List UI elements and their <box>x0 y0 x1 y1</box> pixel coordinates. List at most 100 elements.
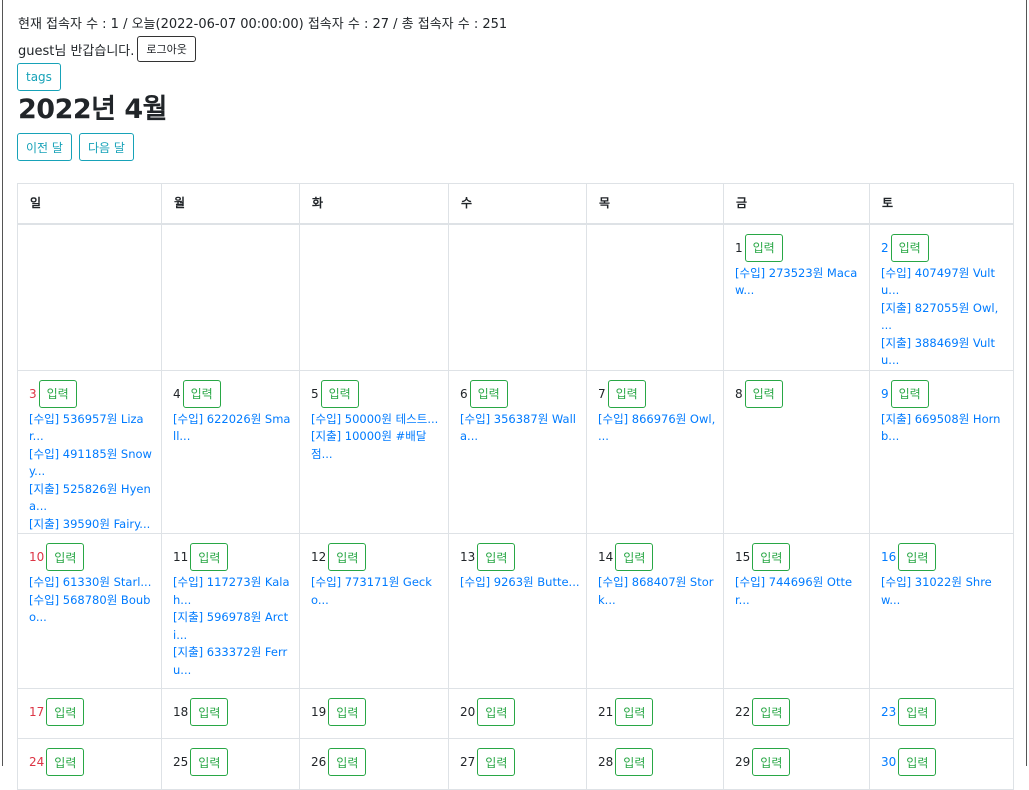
calendar-day-cell: 18 입력 <box>161 688 300 739</box>
add-entry-button[interactable]: 입력 <box>752 543 791 571</box>
day-header: 16 입력 <box>881 543 1013 571</box>
entry-list: [수입] 407497원 Vultu... [지출] 827055원 Owl, .… <box>881 265 1013 370</box>
day-number: 16 <box>881 550 897 564</box>
day-number: 7 <box>598 386 606 401</box>
add-entry-button[interactable]: 입력 <box>890 233 929 262</box>
add-entry-button[interactable]: 입력 <box>190 748 229 776</box>
add-entry-button[interactable]: 입력 <box>477 698 516 726</box>
calendar-day-cell: 23 입력 <box>869 688 1014 739</box>
add-entry-button[interactable]: 입력 <box>898 543 937 571</box>
day-header: 28 입력 <box>598 748 723 776</box>
add-entry-button[interactable]: 입력 <box>615 698 654 726</box>
calendar-title: 2022년 4월 <box>18 94 168 125</box>
calendar-empty-cell <box>299 223 449 371</box>
day-header: 6 입력 <box>460 379 586 408</box>
add-entry-button[interactable]: 입력 <box>752 748 791 776</box>
entry-link[interactable]: [지출] 596978원 Arcti... <box>173 609 299 644</box>
day-number: 5 <box>311 386 319 401</box>
entry-list: [수입] 744696원 Otter... <box>735 574 869 609</box>
entry-link[interactable]: [수입] 868407원 Stork... <box>598 574 723 609</box>
add-entry-button[interactable]: 입력 <box>744 379 783 408</box>
day-number: 19 <box>311 705 327 719</box>
add-entry-button[interactable]: 입력 <box>469 379 508 408</box>
calendar-week-row: 3 입력 [수입] 536957원 Lizar... [수입] 491185원 Sno… <box>17 369 1014 534</box>
tags-button[interactable]: tags <box>17 63 61 91</box>
add-entry-button[interactable]: 입력 <box>744 233 783 262</box>
day-number: 10 <box>29 550 45 564</box>
add-entry-button[interactable]: 입력 <box>38 379 77 408</box>
add-entry-button[interactable]: 입력 <box>607 379 646 408</box>
add-entry-button[interactable]: 입력 <box>890 379 929 408</box>
day-number: 13 <box>460 550 476 564</box>
entry-link[interactable]: [수입] 50000원 테스트... <box>311 411 448 429</box>
day-header: 4 입력 <box>173 379 299 408</box>
add-entry-button[interactable]: 입력 <box>182 379 221 408</box>
entry-link[interactable]: [수입] 356387원 Walla... <box>460 411 586 446</box>
entry-link[interactable]: [수입] 568780원 Boubo... <box>29 592 161 627</box>
weekday-wed: 수 <box>448 183 587 225</box>
calendar-day-cell: 13 입력 [수입] 9263원 Butte... <box>448 533 587 689</box>
entry-link[interactable]: [지출] 525826원 Hyena... <box>29 481 161 516</box>
calendar-day-cell: 1 입력 [수입] 273523원 Macaw... <box>723 223 870 371</box>
calendar-day-cell: 11 입력 [수입] 117273원 Kalah... [지출] 596978원 Ar… <box>161 533 300 689</box>
next-month-button[interactable]: 다음 달 <box>79 133 134 161</box>
weekday-sun: 일 <box>17 183 162 225</box>
entry-link[interactable]: [수입] 866976원 Owl, ... <box>598 411 723 446</box>
add-entry-button[interactable]: 입력 <box>328 543 367 571</box>
entry-link[interactable]: [수입] 31022원 Shrew... <box>881 574 1013 609</box>
add-entry-button[interactable]: 입력 <box>615 543 654 571</box>
calendar-day-cell: 24 입력 <box>17 738 162 790</box>
prev-month-button[interactable]: 이전 달 <box>17 133 72 161</box>
entry-list: [수입] 773171원 Gecko... <box>311 574 448 609</box>
add-entry-button[interactable]: 입력 <box>477 543 516 571</box>
add-entry-button[interactable]: 입력 <box>898 748 937 776</box>
add-entry-button[interactable]: 입력 <box>328 748 367 776</box>
calendar-day-cell: 15 입력 [수입] 744696원 Otter... <box>723 533 870 689</box>
day-header: 26 입력 <box>311 748 448 776</box>
calendar-table: 일 월 화 수 목 금 토 1 입력 [수입] 273523원 Macaw... 2 입… <box>17 183 1014 790</box>
day-number: 11 <box>173 550 189 564</box>
entry-link[interactable]: [수입] 273523원 Macaw... <box>735 265 869 300</box>
entry-link[interactable]: [수입] 9263원 Butte... <box>460 574 586 592</box>
logout-button[interactable]: 로그아웃 <box>137 36 196 62</box>
day-header: 7 입력 <box>598 379 723 408</box>
add-entry-button[interactable]: 입력 <box>46 543 85 571</box>
calendar-day-cell: 16 입력 [수입] 31022원 Shrew... <box>869 533 1014 689</box>
add-entry-button[interactable]: 입력 <box>46 748 85 776</box>
entry-link[interactable]: [수입] 61330원 Starl... <box>29 574 161 592</box>
entry-link[interactable]: [지출] 669508원 Hornb... <box>881 411 1013 446</box>
add-entry-button[interactable]: 입력 <box>752 698 791 726</box>
calendar-day-cell: 9 입력 [지출] 669508원 Hornb... <box>869 369 1014 534</box>
day-header: 27 입력 <box>460 748 586 776</box>
entry-link[interactable]: [수입] 536957원 Lizar... <box>29 411 161 446</box>
day-header: 12 입력 <box>311 543 448 571</box>
add-entry-button[interactable]: 입력 <box>898 698 937 726</box>
add-entry-button[interactable]: 입력 <box>615 748 654 776</box>
day-header: 13 입력 <box>460 543 586 571</box>
entry-link[interactable]: [지출] 10000원 #배달 점... <box>311 428 448 463</box>
add-entry-button[interactable]: 입력 <box>477 748 516 776</box>
entry-link[interactable]: [지출] 388469원 Vultu... <box>881 335 1013 370</box>
day-header: 22 입력 <box>735 698 869 726</box>
entry-link[interactable]: [지출] 633372원 Ferru... <box>173 644 299 679</box>
calendar-empty-cell <box>17 223 162 371</box>
entry-link[interactable]: [수입] 744696원 Otter... <box>735 574 869 609</box>
entry-link[interactable]: [수입] 773171원 Gecko... <box>311 574 448 609</box>
entry-link[interactable]: [수입] 117273원 Kalah... <box>173 574 299 609</box>
entry-list: [수입] 50000원 테스트... [지출] 10000원 #배달 점... <box>311 411 448 464</box>
entry-link[interactable]: [수입] 622026원 Small... <box>173 411 299 446</box>
entry-link[interactable]: [지출] 39590원 Fairy... <box>29 516 161 534</box>
add-entry-button[interactable]: 입력 <box>190 698 229 726</box>
day-header: 9 입력 <box>881 379 1013 408</box>
calendar-week-row: 10 입력 [수입] 61330원 Starl... [수입] 568780원 Bou… <box>17 533 1014 689</box>
calendar-day-cell: 10 입력 [수입] 61330원 Starl... [수입] 568780원 Bou… <box>17 533 162 689</box>
entry-link[interactable]: [수입] 491185원 Snowy... <box>29 446 161 481</box>
calendar-day-cell: 12 입력 [수입] 773171원 Gecko... <box>299 533 449 689</box>
add-entry-button[interactable]: 입력 <box>190 543 229 571</box>
day-number: 15 <box>735 550 751 564</box>
add-entry-button[interactable]: 입력 <box>328 698 367 726</box>
add-entry-button[interactable]: 입력 <box>320 379 359 408</box>
entry-link[interactable]: [수입] 407497원 Vultu... <box>881 265 1013 300</box>
entry-link[interactable]: [지출] 827055원 Owl, ... <box>881 300 1013 335</box>
add-entry-button[interactable]: 입력 <box>46 698 85 726</box>
